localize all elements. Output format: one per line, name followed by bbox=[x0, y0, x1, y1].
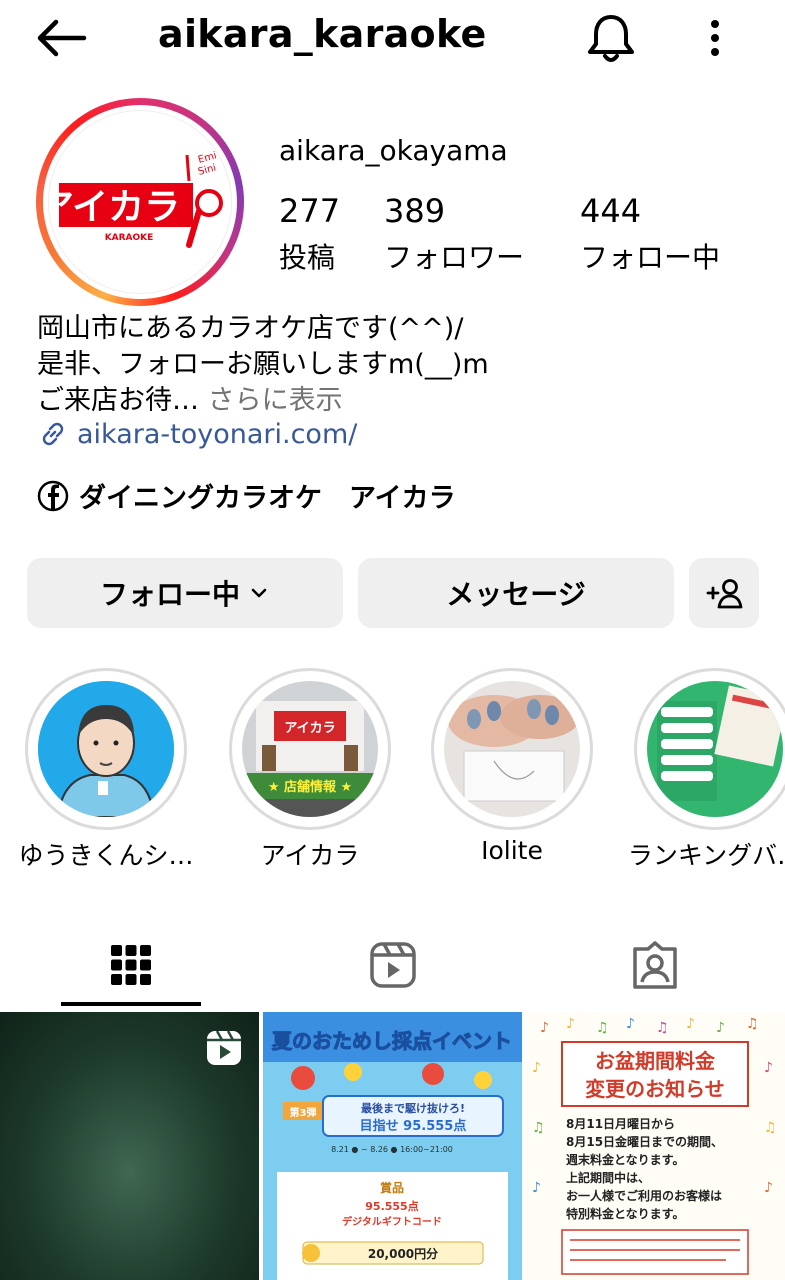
svg-text:♪: ♪ bbox=[532, 1180, 541, 1196]
facebook-name: ダイニングカラオケ アイカラ bbox=[79, 483, 456, 514]
tagged-icon bbox=[633, 941, 677, 989]
facebook-link[interactable]: ダイニングカラオケ アイカラ bbox=[37, 476, 456, 515]
profile-avatar[interactable]: アイカラ KARAOKE Emi Sini bbox=[36, 98, 244, 306]
svg-text:95.555点: 95.555点 bbox=[365, 1199, 418, 1213]
svg-text:♫: ♫ bbox=[532, 1120, 545, 1136]
followers-count: 389 bbox=[384, 192, 446, 230]
notifications-button[interactable] bbox=[584, 12, 638, 64]
bio-more-link[interactable]: さらに表示 bbox=[199, 385, 343, 416]
back-button[interactable] bbox=[34, 18, 88, 58]
message-button[interactable]: メッセージ bbox=[358, 558, 674, 628]
svg-text:お一人様でご利用のお客様は: お一人様でご利用のお客様は bbox=[566, 1188, 722, 1203]
svg-text:KARAOKE: KARAOKE bbox=[105, 233, 154, 243]
svg-text:♪: ♪ bbox=[686, 1016, 695, 1032]
profile-bio: 岡山市にあるカラオケ店です(^^)/ 是非、フォローお願いしますm(__)m ご… bbox=[37, 311, 489, 419]
bell-icon bbox=[588, 15, 634, 62]
highlight-label: ランキングバ… bbox=[627, 841, 785, 870]
svg-text:♫: ♫ bbox=[656, 1020, 669, 1036]
svg-text:♪: ♪ bbox=[764, 1180, 773, 1196]
stat-following[interactable]: 444 フォロー中 bbox=[580, 192, 720, 276]
svg-text:8月11日月曜日から: 8月11日月曜日から bbox=[566, 1117, 675, 1131]
post-thumbnail[interactable] bbox=[0, 1012, 259, 1280]
highlight-label: ゆうきくんシ… bbox=[18, 841, 194, 870]
posts-label: 投稿 bbox=[279, 241, 336, 274]
more-options-button[interactable] bbox=[700, 14, 730, 62]
following-count: 444 bbox=[580, 192, 642, 230]
svg-text:夏のおためし採点イベント: 夏のおためし採点イベント bbox=[272, 1029, 512, 1053]
svg-text:♫: ♫ bbox=[746, 1016, 759, 1032]
highlight-cover bbox=[38, 681, 174, 817]
stat-posts[interactable]: 277 投稿 bbox=[279, 192, 340, 276]
arrow-left-icon bbox=[37, 19, 87, 57]
chevron-down-icon bbox=[251, 588, 267, 598]
page-title: aikara_karaoke bbox=[158, 12, 487, 56]
highlight-label: Iolite bbox=[481, 836, 543, 865]
svg-text:♪: ♪ bbox=[626, 1016, 635, 1032]
message-button-label: メッセージ bbox=[446, 578, 586, 611]
svg-text:20,000円分: 20,000円分 bbox=[368, 1246, 438, 1261]
svg-text:目指せ 95.555点: 目指せ 95.555点 bbox=[360, 1118, 467, 1134]
reel-icon bbox=[207, 1030, 241, 1065]
link-icon bbox=[42, 422, 64, 446]
bio-line: 岡山市にあるカラオケ店です(^^)/ bbox=[37, 313, 464, 344]
tab-reels[interactable] bbox=[262, 922, 524, 1008]
reels-icon bbox=[370, 942, 416, 988]
bio-line: 是非、フォローお願いしますm(__)m bbox=[37, 349, 489, 380]
svg-text:お盆期間料金: お盆期間料金 bbox=[595, 1049, 716, 1073]
tab-posts-grid[interactable] bbox=[0, 922, 262, 1008]
more-vertical-icon bbox=[711, 20, 719, 56]
following-button-label: フォロー中 bbox=[99, 578, 240, 611]
svg-text:デジタルギフトコード: デジタルギフトコード bbox=[342, 1215, 442, 1228]
svg-text:♪: ♪ bbox=[764, 1060, 773, 1076]
grid-icon bbox=[111, 945, 151, 985]
stat-followers[interactable]: 389 フォロワー bbox=[384, 192, 524, 276]
highlight-cover bbox=[647, 681, 783, 817]
facebook-icon bbox=[37, 480, 69, 511]
suggest-people-button[interactable] bbox=[689, 558, 759, 628]
svg-text:賞品: 賞品 bbox=[380, 1180, 404, 1195]
svg-text:上記期間中は、: 上記期間中は、 bbox=[566, 1170, 650, 1185]
svg-text:★ 店舗情報 ★: ★ 店舗情報 ★ bbox=[268, 779, 352, 795]
posts-count: 277 bbox=[279, 192, 341, 230]
following-button[interactable]: フォロー中 bbox=[27, 558, 343, 628]
svg-text:8月15日金曜日までの期間、: 8月15日金曜日までの期間、 bbox=[566, 1134, 723, 1149]
add-person-icon bbox=[706, 579, 743, 609]
post-thumbnail[interactable]: ♪ ♪ ♫ ♪ ♫ ♪ ♪ ♫ ♪ ♫ ♪ ♪ ♫ ♪ お盆期間料金 変更のお知らせ 8月11日月… bbox=[526, 1012, 785, 1280]
aikara-logo: アイカラ KARAOKE Emi Sini bbox=[49, 150, 223, 248]
following-label: フォロー中 bbox=[580, 241, 721, 274]
svg-text:最後まで駆け抜けろ!: 最後まで駆け抜けろ! bbox=[361, 1101, 465, 1115]
highlight-item[interactable]: Iolite bbox=[431, 668, 593, 865]
highlight-item[interactable]: ゆうきくんシ… bbox=[18, 668, 194, 870]
svg-text:特別料金となります。: 特別料金となります。 bbox=[566, 1206, 684, 1221]
active-tab-indicator bbox=[61, 1002, 201, 1006]
highlight-label: アイカラ bbox=[260, 841, 360, 870]
bio-line: ご来店お待… bbox=[37, 385, 199, 416]
post-thumbnail[interactable]: 夏のおためし採点イベント 第3弾 最後まで駆け抜けろ! 目指せ 95.555点 … bbox=[263, 1012, 522, 1280]
tab-tagged[interactable] bbox=[524, 922, 785, 1008]
highlight-item[interactable]: アイカラ ★ 店舗情報 ★ アイカラ bbox=[229, 668, 391, 870]
highlight-item[interactable]: ランキングバ… bbox=[628, 668, 785, 870]
followers-label: フォロワー bbox=[384, 241, 525, 274]
svg-text:♪: ♪ bbox=[540, 1020, 549, 1036]
svg-text:週末料金となります。: 週末料金となります。 bbox=[566, 1152, 684, 1167]
svg-text:♪: ♪ bbox=[532, 1060, 541, 1076]
svg-text:♫: ♫ bbox=[764, 1120, 777, 1136]
highlight-cover bbox=[444, 681, 580, 817]
svg-text:♫: ♫ bbox=[596, 1020, 609, 1036]
svg-text:8.21 ● ~ 8.26 ● 16:00~21:00: 8.21 ● ~ 8.26 ● 16:00~21:00 bbox=[331, 1145, 453, 1154]
link-text[interactable]: aikara-toyonari.com/ bbox=[77, 419, 357, 450]
svg-text:♪: ♪ bbox=[716, 1020, 725, 1036]
svg-text:アイカラ: アイカラ bbox=[284, 721, 335, 736]
highlight-cover: アイカラ ★ 店舗情報 ★ bbox=[242, 681, 378, 817]
logo-text: アイカラ bbox=[49, 187, 180, 228]
svg-text:変更のお知らせ: 変更のお知らせ bbox=[585, 1077, 725, 1101]
top-bar: aikara_karaoke bbox=[0, 0, 785, 78]
svg-text:第3弾: 第3弾 bbox=[290, 1106, 317, 1119]
profile-username: aikara_okayama bbox=[279, 134, 508, 167]
profile-link[interactable]: aikara-toyonari.com/ bbox=[37, 418, 357, 450]
svg-text:♪: ♪ bbox=[566, 1016, 575, 1032]
